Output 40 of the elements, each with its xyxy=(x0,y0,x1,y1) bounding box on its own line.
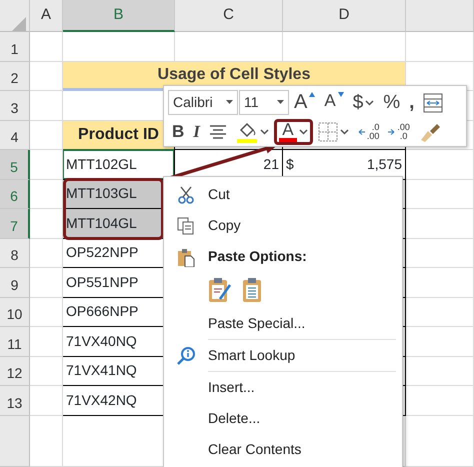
row-header[interactable]: 9 xyxy=(0,268,30,298)
row-header[interactable]: 7 xyxy=(0,209,30,238)
row-header[interactable]: 2 xyxy=(0,62,30,91)
row-header[interactable]: 3 xyxy=(0,91,30,120)
font-size-dropdown[interactable]: 11 xyxy=(239,90,289,115)
table-cell: MTT102GL xyxy=(62,149,175,180)
font-color-button[interactable]: A xyxy=(274,118,313,144)
currency-button[interactable]: $ xyxy=(348,90,378,116)
currency-symbol: $ xyxy=(286,154,294,174)
row-header[interactable]: 4 xyxy=(0,120,30,150)
row-header[interactable]: 1 xyxy=(0,32,30,62)
column-header[interactable]: B xyxy=(63,0,175,32)
menu-item[interactable]: Delete... xyxy=(208,408,260,429)
increase-decimal-button[interactable]: .0 .00 xyxy=(354,118,384,144)
grow-font-button[interactable]: A xyxy=(290,90,320,116)
table-cell-text: 21 xyxy=(263,154,279,174)
font-dropdown[interactable]: Calibri xyxy=(168,90,238,115)
italic-button[interactable]: I xyxy=(189,118,204,144)
comma-button[interactable]: , xyxy=(405,90,418,116)
row-header[interactable]: 5 xyxy=(0,150,30,180)
row-header[interactable]: 11 xyxy=(0,327,30,356)
cut-menu-item[interactable]: Cut xyxy=(208,184,230,205)
row-header[interactable]: 12 xyxy=(0,356,30,386)
paste-options-heading: Paste Options: xyxy=(208,247,307,266)
percent-button[interactable]: % xyxy=(379,90,404,116)
menu-item[interactable]: Insert... xyxy=(208,377,255,398)
copy-menu-item[interactable]: Copy xyxy=(208,215,241,236)
decrease-decimal-button[interactable]: .00 .0 xyxy=(384,118,414,144)
column-header[interactable]: C xyxy=(175,0,283,32)
menu-item[interactable]: Paste Special... xyxy=(208,313,306,334)
row-header[interactable]: 10 xyxy=(0,298,30,327)
menu-item[interactable]: Clear Contents xyxy=(208,439,302,460)
column-header[interactable]: A xyxy=(30,0,63,32)
row-header[interactable]: 8 xyxy=(0,238,30,268)
shrink-font-button[interactable]: A xyxy=(320,90,348,116)
row-header[interactable]: 6 xyxy=(0,180,30,209)
column-header[interactable]: D xyxy=(283,0,406,32)
smart-lookup-menu-item[interactable]: Smart Lookup xyxy=(208,345,296,366)
table-cell-text: 1,575 xyxy=(366,154,402,174)
row-header[interactable]: 13 xyxy=(0,386,30,416)
